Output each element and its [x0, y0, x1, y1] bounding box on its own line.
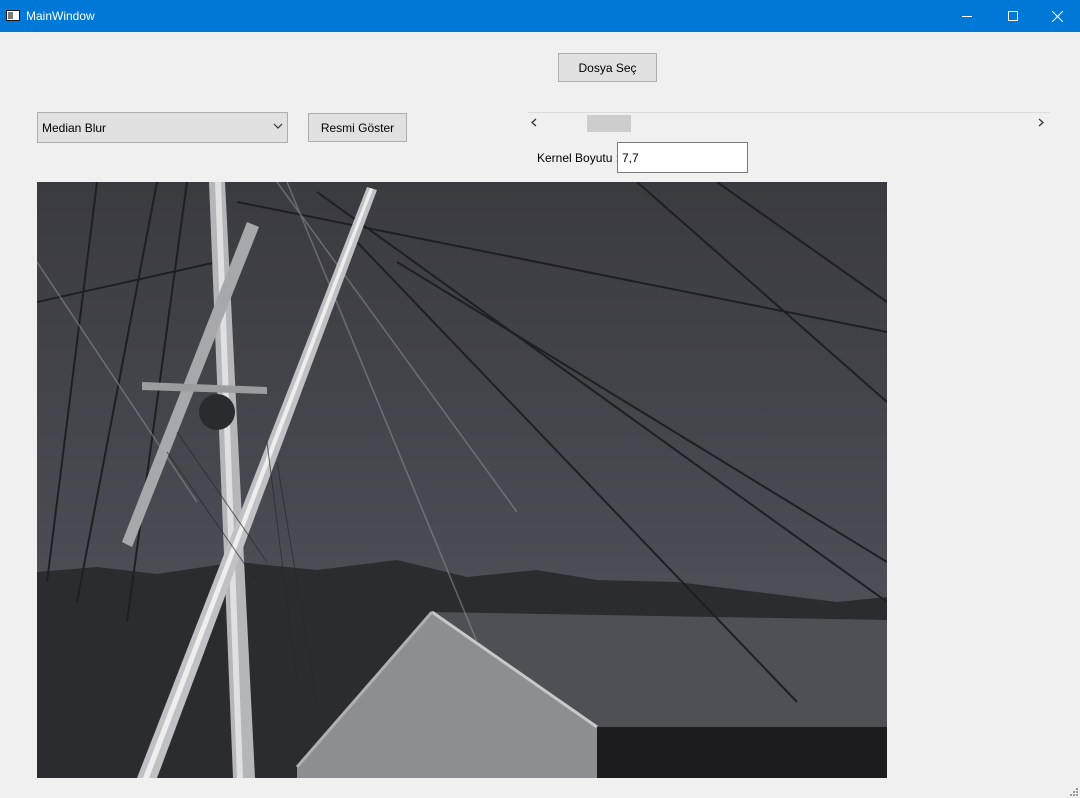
slider-thumb[interactable]	[587, 115, 632, 132]
kernel-slider[interactable]	[528, 112, 1050, 132]
filter-combobox[interactable]: Median Blur	[37, 112, 288, 143]
chevron-down-icon	[273, 123, 283, 129]
filter-combobox-value: Median Blur	[42, 121, 107, 135]
show-image-button[interactable]: Resmi Göster	[308, 113, 407, 142]
app-icon	[6, 10, 20, 21]
resize-grip-icon[interactable]	[1069, 787, 1078, 796]
maximize-button[interactable]	[990, 0, 1036, 32]
minimize-icon	[962, 16, 972, 17]
kernel-size-input[interactable]	[617, 142, 748, 173]
maximize-icon	[1008, 11, 1018, 21]
close-icon	[1051, 10, 1063, 22]
minimize-button[interactable]	[944, 0, 990, 32]
chevron-right-icon[interactable]	[1038, 118, 1044, 127]
file-select-button[interactable]: Dosya Seç	[558, 53, 657, 82]
chevron-left-icon[interactable]	[531, 118, 537, 127]
kernel-size-label: Kernel Boyutu :	[537, 151, 620, 165]
image-preview	[37, 182, 887, 778]
title-bar: MainWindow	[0, 0, 1080, 32]
close-button[interactable]	[1034, 0, 1080, 32]
window-title: MainWindow	[26, 9, 95, 23]
